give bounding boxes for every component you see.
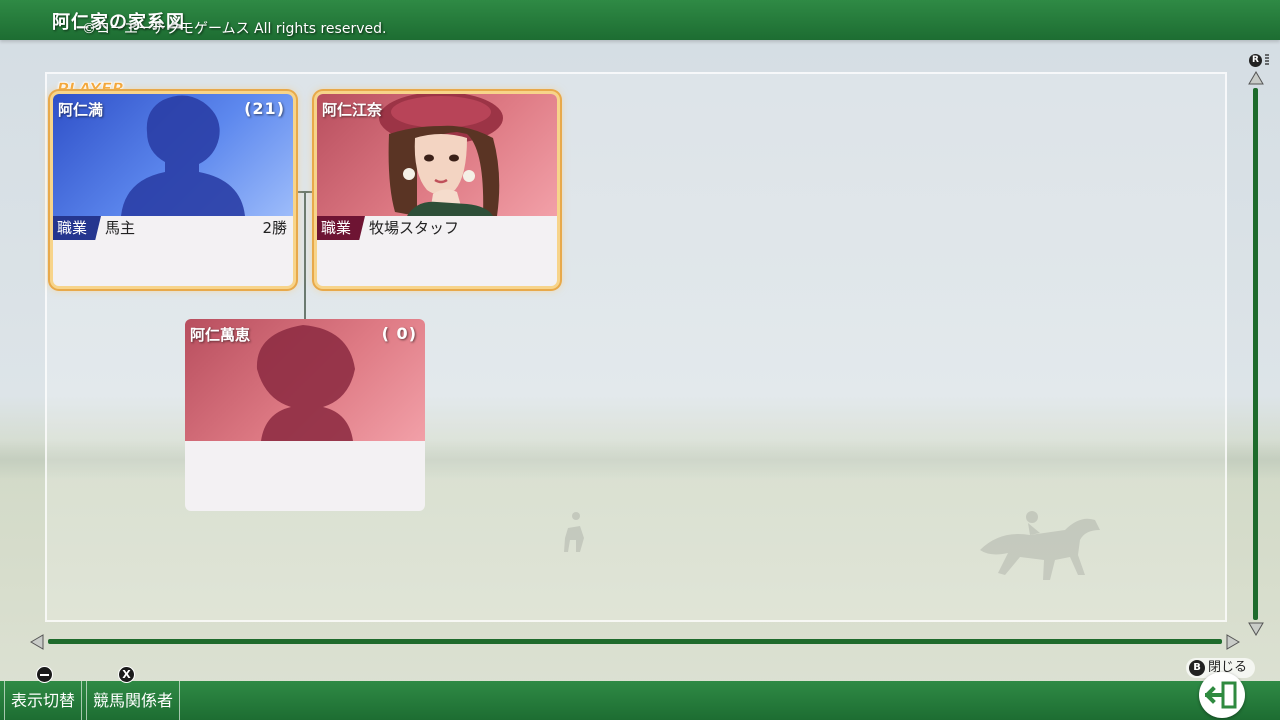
member-name: 阿仁江奈: [322, 101, 383, 119]
scroll-indicator-icon: [1265, 54, 1269, 65]
scroll-right-arrow-icon[interactable]: [1226, 634, 1240, 650]
job-label: 職業: [317, 216, 365, 240]
horizontal-scrollbar[interactable]: [48, 639, 1222, 644]
job-value: 馬主: [105, 219, 136, 237]
member-name: 阿仁満: [58, 101, 104, 119]
job-row: 職業 馬主 2勝: [53, 216, 293, 240]
member-name: 阿仁萬恵: [190, 326, 251, 344]
family-card-player[interactable]: 阿仁満 (21) 職業 馬主 2勝: [53, 94, 293, 286]
toggle-display-button[interactable]: 表示切替: [4, 681, 83, 720]
family-card-child[interactable]: 阿仁萬恵 ( 0): [185, 319, 425, 511]
x-button-icon: X: [118, 666, 135, 683]
job-value: 牧場スタッフ: [369, 219, 460, 237]
right-stick-icon: R: [1249, 54, 1262, 67]
scroll-up-arrow-icon[interactable]: [1248, 71, 1264, 85]
child-connector: [304, 191, 306, 319]
member-age: (21): [244, 99, 285, 118]
scroll-down-arrow-icon[interactable]: [1248, 622, 1264, 636]
vertical-scrollbar[interactable]: [1253, 88, 1258, 620]
b-button-icon: B: [1189, 660, 1205, 676]
family-card-spouse[interactable]: 阿仁江奈 職業 牧場スタッフ: [317, 94, 557, 286]
member-age: ( 0): [381, 324, 417, 343]
win-count: 2勝: [262, 219, 287, 237]
copyright-notice: ©コーエーテクモゲームス All rights reserved.: [82, 21, 387, 37]
racing-staff-button[interactable]: 競馬関係者: [86, 681, 181, 720]
scroll-left-arrow-icon[interactable]: [30, 634, 44, 650]
minus-button-icon: [36, 666, 53, 683]
job-row: 職業 牧場スタッフ: [317, 216, 557, 240]
exit-door-icon: [1205, 681, 1237, 709]
footer-bar: [0, 681, 1280, 720]
job-label: 職業: [53, 216, 101, 240]
exit-button[interactable]: [1199, 672, 1245, 718]
